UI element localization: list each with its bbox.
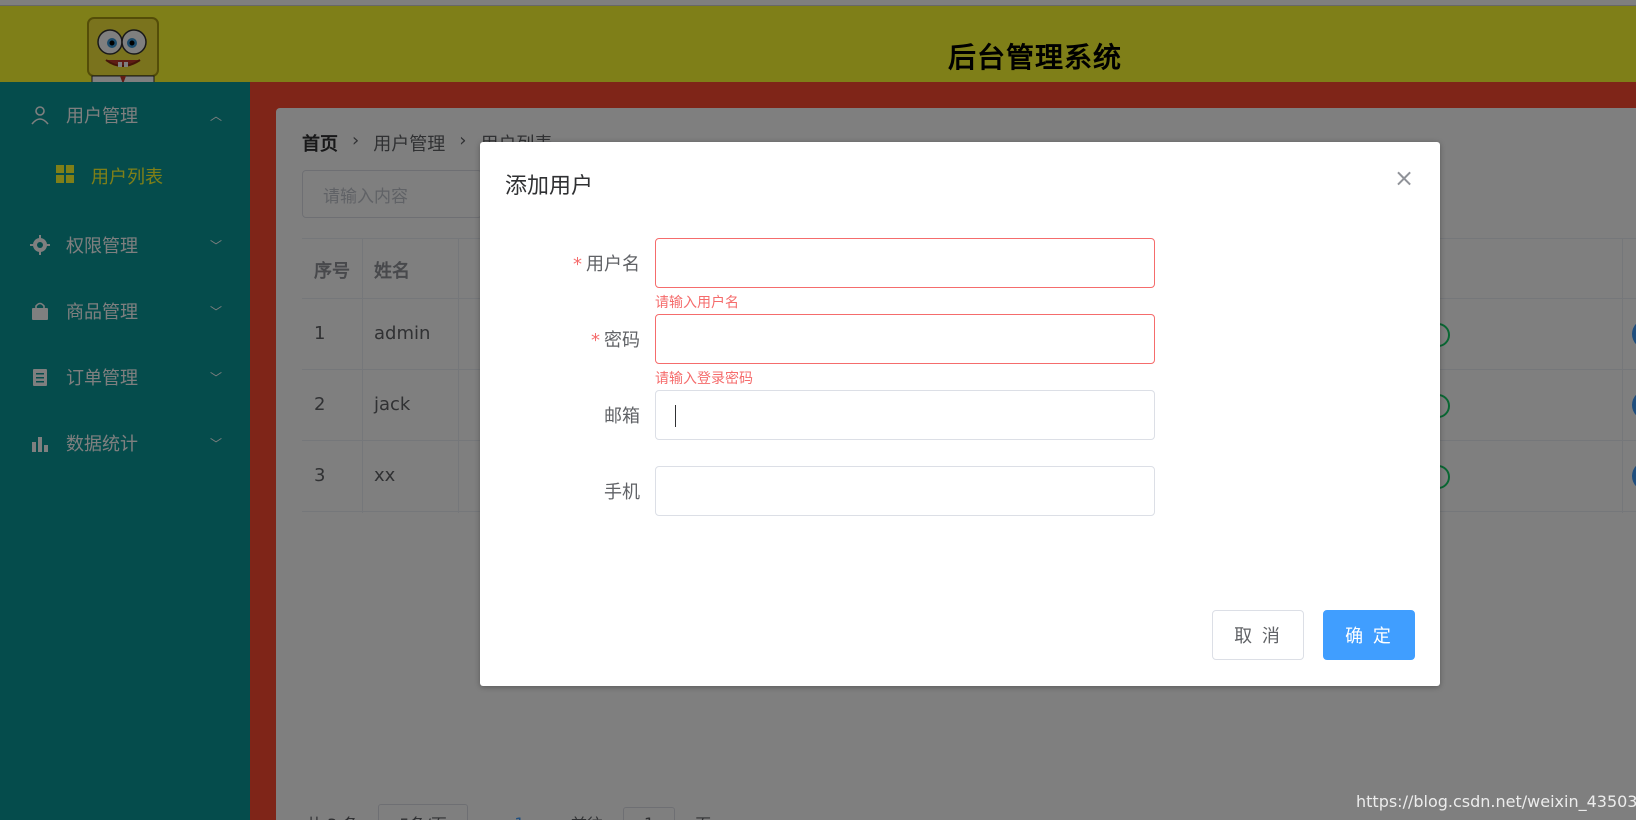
dialog-title: 添加用户 <box>505 174 594 199</box>
phone-label: 手机 <box>604 482 640 503</box>
text-caret <box>675 405 676 427</box>
username-error: 请输入用户名 <box>655 295 739 311</box>
password-error: 请输入登录密码 <box>655 371 753 387</box>
add-user-dialog: 添加用户 × * 用户名 请输入用户名 * 密码 请输入登录密码 邮箱 手机 取 消… <box>480 142 1440 686</box>
username-field[interactable] <box>655 238 1155 288</box>
form-row-phone: 手机 <box>480 466 1440 516</box>
confirm-button[interactable]: 确 定 <box>1323 610 1415 660</box>
form-row-email: 邮箱 <box>480 390 1440 440</box>
phone-field[interactable] <box>655 466 1155 516</box>
watermark-url: https://blog.csdn.net/weixin_43503511 <box>1356 792 1636 811</box>
cancel-button[interactable]: 取 消 <box>1212 610 1304 660</box>
required-mark: * <box>591 330 600 351</box>
field-label-text: 密码 <box>604 330 640 351</box>
password-label: * 密码 <box>591 326 640 352</box>
email-label: 邮箱 <box>604 406 640 427</box>
password-field[interactable] <box>655 314 1155 364</box>
required-mark: * <box>573 254 582 275</box>
close-icon[interactable]: × <box>1394 164 1414 192</box>
form-row-username: * 用户名 请输入用户名 <box>480 238 1440 311</box>
form-row-password: * 密码 请输入登录密码 <box>480 314 1440 387</box>
field-label-text: 用户名 <box>586 254 640 275</box>
username-label: * 用户名 <box>573 250 640 276</box>
email-field[interactable] <box>655 390 1155 440</box>
